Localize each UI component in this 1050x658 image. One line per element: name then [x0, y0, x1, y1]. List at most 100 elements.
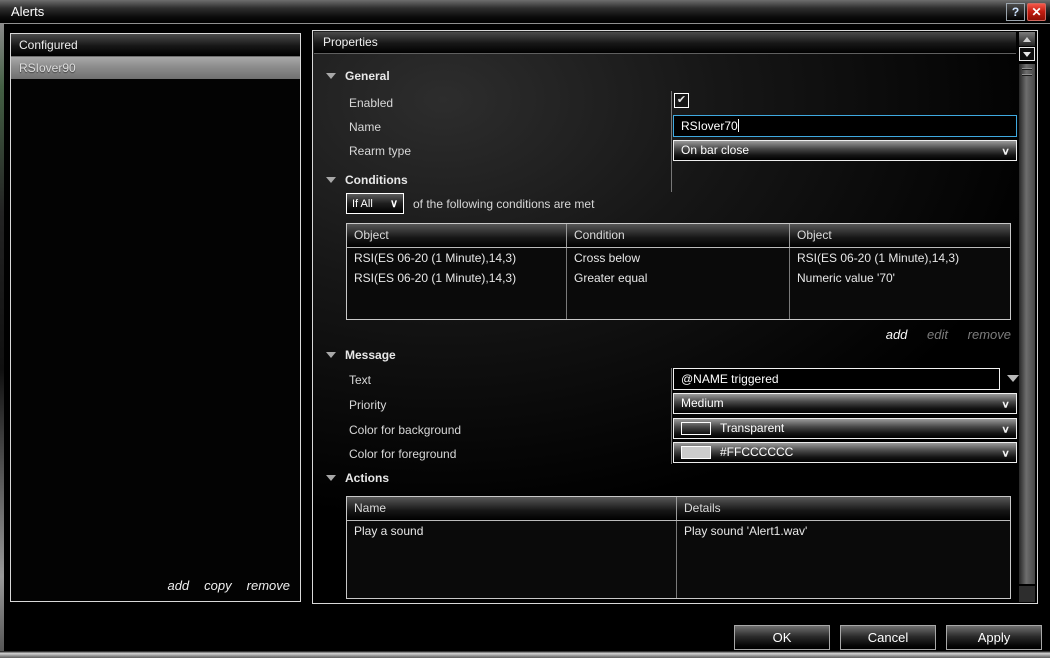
message-text-value: @NAME triggered: [681, 372, 779, 386]
thumb-grip-icon: [1022, 74, 1032, 76]
remove-condition-link[interactable]: remove: [968, 327, 1011, 342]
collapse-triangle-icon: [326, 475, 336, 481]
transparent-swatch-icon: [681, 422, 711, 435]
arrow-up-icon: [1023, 36, 1031, 42]
question-icon: ?: [1011, 5, 1020, 19]
section-message[interactable]: Message: [326, 348, 396, 362]
color-foreground-select[interactable]: #FFCCCCCC ∨: [673, 442, 1017, 463]
condition-match-select[interactable]: If All ∨: [346, 193, 404, 214]
match-value: If All: [352, 197, 373, 210]
window-title: Alerts: [11, 4, 45, 19]
section-conditions-label: Conditions: [345, 173, 408, 187]
column-header[interactable]: Name: [347, 497, 677, 520]
alerts-dialog: Alerts ? ✕ Configured RSIover90 add copy…: [0, 0, 1050, 658]
column-header[interactable]: Object: [790, 224, 1010, 247]
edit-condition-link[interactable]: edit: [927, 327, 948, 342]
text-label: Text: [349, 373, 372, 387]
conditions-links: add edit remove: [346, 327, 1011, 342]
scroll-down-button[interactable]: [1019, 47, 1035, 61]
apply-button[interactable]: Apply: [946, 625, 1042, 650]
section-general[interactable]: General: [326, 69, 390, 83]
properties-header: Properties: [314, 32, 1016, 54]
window-left-border: [0, 24, 4, 652]
color-swatch-icon: [681, 446, 711, 459]
scrollbar-thumb[interactable]: [1019, 64, 1035, 584]
color-background-select[interactable]: Transparent ∨: [673, 418, 1017, 439]
chevron-down-icon: ∨: [1001, 145, 1010, 157]
column-header[interactable]: Object: [347, 224, 567, 247]
thumb-grip-icon: [1022, 68, 1032, 70]
properties-panel: Properties General Enabled ✔ Name RSIove…: [312, 30, 1038, 604]
cell-object2: Numeric value '70': [797, 271, 895, 285]
close-icon: ✕: [1031, 5, 1042, 19]
action-row[interactable]: Play a sound Play sound 'Alert1.wav': [347, 521, 1010, 541]
condition-row[interactable]: RSI(ES 06-20 (1 Minute),14,3) Cross belo…: [347, 248, 1010, 268]
section-actions[interactable]: Actions: [326, 471, 389, 485]
section-conditions[interactable]: Conditions: [326, 173, 408, 187]
conditions-table-header: Object Condition Object: [347, 224, 1010, 248]
cell-condition: Greater equal: [567, 268, 790, 288]
section-actions-label: Actions: [345, 471, 390, 485]
chevron-down-icon: ∨: [389, 198, 398, 210]
remove-alert-link[interactable]: remove: [247, 578, 290, 593]
chevron-down-icon: ∨: [1001, 447, 1010, 459]
arrow-down-icon: [1023, 51, 1031, 57]
condition-row[interactable]: RSI(ES 06-20 (1 Minute),14,3) Greater eq…: [347, 268, 1010, 288]
column-divider: [671, 91, 672, 192]
cell-object1: RSI(ES 06-20 (1 Minute),14,3): [347, 268, 567, 288]
color-foreground-value: #FFCCCCCC: [720, 445, 794, 459]
rearm-type-select[interactable]: On bar close ∨: [673, 140, 1017, 161]
priority-value: Medium: [681, 396, 724, 410]
enabled-label: Enabled: [349, 96, 394, 110]
color-background-label: Color for background: [349, 423, 462, 437]
rearm-type-value: On bar close: [681, 143, 750, 157]
collapse-triangle-icon: [326, 177, 336, 183]
text-dropdown-arrow-icon[interactable]: [1007, 375, 1019, 382]
window-bottom-border: [0, 651, 1050, 658]
copy-alert-link[interactable]: copy: [204, 578, 231, 593]
scrollbar-track-end: [1019, 586, 1035, 602]
collapse-triangle-icon: [326, 73, 336, 79]
properties-scrollbar[interactable]: [1019, 32, 1036, 603]
collapse-triangle-icon: [326, 352, 336, 358]
column-divider: [671, 368, 672, 464]
column-header[interactable]: Details: [677, 497, 1010, 520]
enabled-checkbox[interactable]: ✔: [674, 93, 689, 108]
actions-table-header: Name Details: [347, 497, 1010, 521]
chevron-down-icon: ∨: [1001, 398, 1010, 410]
column-header[interactable]: Condition: [567, 224, 790, 247]
conditions-table[interactable]: Object Condition Object RSI(ES 06-20 (1 …: [346, 223, 1011, 320]
configured-panel: Configured RSIover90 add copy remove: [10, 33, 301, 602]
cell-object2: RSI(ES 06-20 (1 Minute),14,3): [797, 251, 960, 265]
cell-condition: Cross below: [567, 248, 790, 268]
priority-label: Priority: [349, 398, 387, 412]
cell-object1: RSI(ES 06-20 (1 Minute),14,3): [347, 248, 567, 268]
rearm-type-label: Rearm type: [349, 144, 412, 158]
name-input[interactable]: RSIover70: [673, 115, 1017, 137]
close-button[interactable]: ✕: [1027, 3, 1046, 21]
title-bar[interactable]: Alerts ? ✕: [0, 0, 1050, 24]
cell-action-details: Play sound 'Alert1.wav': [684, 524, 808, 538]
checkmark-icon: ✔: [676, 94, 687, 106]
section-general-label: General: [345, 69, 390, 83]
section-message-label: Message: [345, 348, 396, 362]
cell-action-name: Play a sound: [347, 521, 677, 541]
color-background-value: Transparent: [720, 421, 785, 435]
configured-header: Configured: [11, 34, 300, 57]
help-button[interactable]: ?: [1006, 3, 1025, 21]
ok-button[interactable]: OK: [734, 625, 830, 650]
cancel-button[interactable]: Cancel: [840, 625, 936, 650]
configured-links: add copy remove: [167, 578, 290, 593]
list-item-rsiover90[interactable]: RSIover90: [11, 57, 300, 79]
scroll-up-button[interactable]: [1019, 32, 1035, 46]
text-caret: [737, 119, 739, 132]
color-foreground-label: Color for foreground: [349, 447, 457, 461]
table-empty-area: [347, 541, 1010, 598]
name-value: RSIover70: [681, 119, 738, 133]
name-label: Name: [349, 120, 382, 134]
message-text-input[interactable]: @NAME triggered: [673, 368, 1000, 390]
add-alert-link[interactable]: add: [167, 578, 189, 593]
priority-select[interactable]: Medium ∨: [673, 393, 1017, 414]
add-condition-link[interactable]: add: [886, 327, 908, 342]
actions-table[interactable]: Name Details Play a sound Play sound 'Al…: [346, 496, 1011, 599]
